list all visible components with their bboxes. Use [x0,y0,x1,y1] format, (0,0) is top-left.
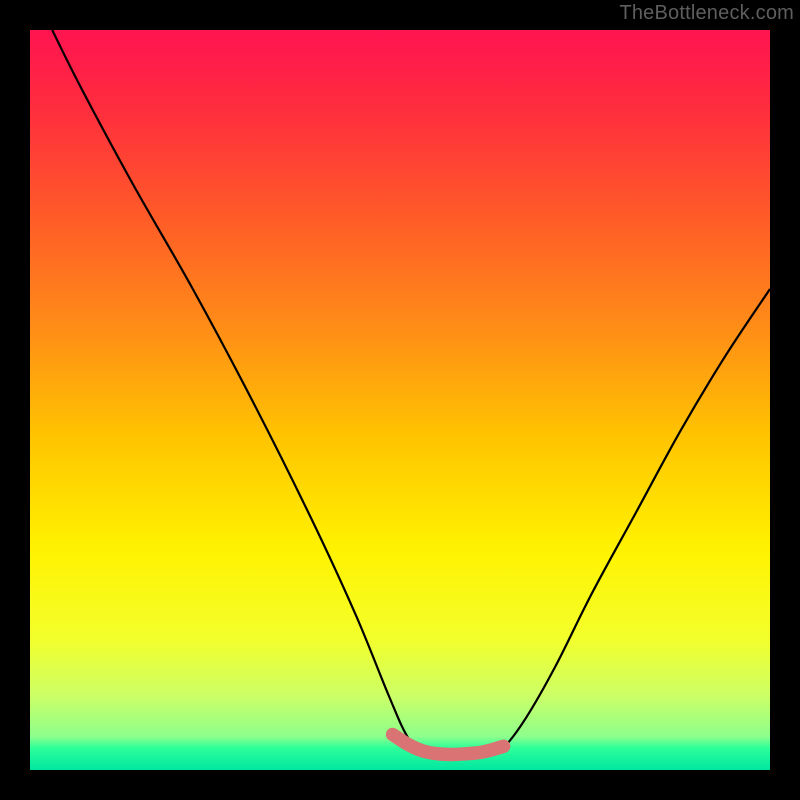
watermark-text: TheBottleneck.com [619,2,794,25]
chart-frame: TheBottleneck.com [0,0,800,800]
curve-layer [30,30,770,770]
optimum-band [393,734,504,754]
plot-area [30,30,770,770]
bottleneck-curve [52,30,770,756]
